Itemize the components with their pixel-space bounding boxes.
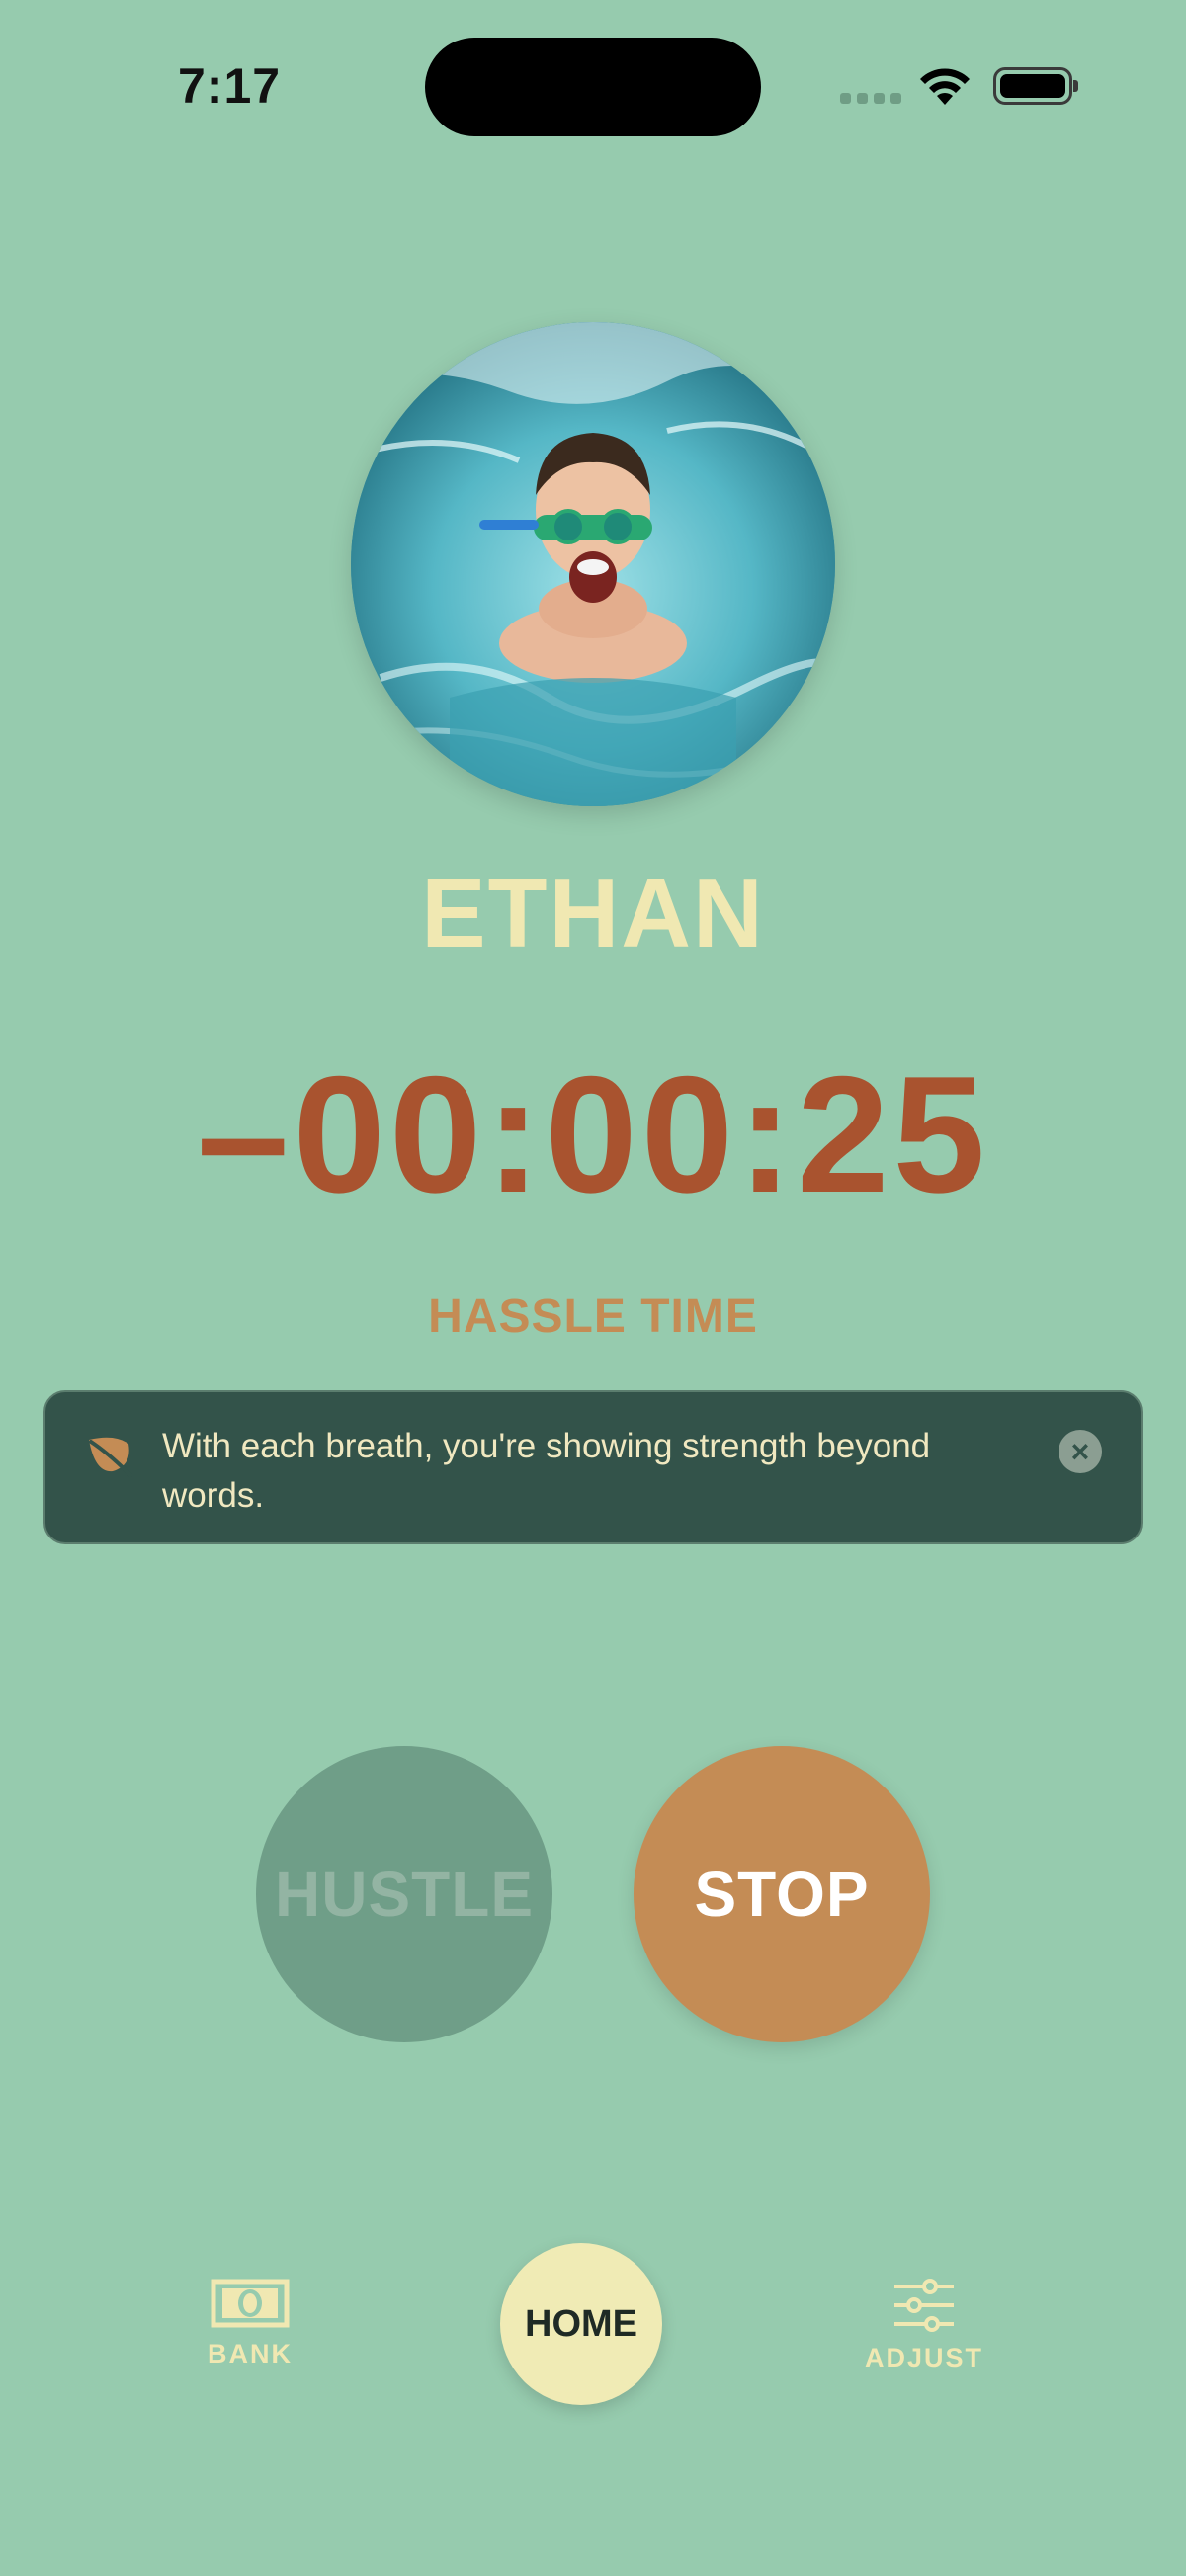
close-icon[interactable]: × (1059, 1430, 1102, 1473)
leaf-icon (89, 1437, 132, 1477)
dynamic-island (425, 38, 761, 136)
battery-full-icon (993, 67, 1078, 105)
profile-photo[interactable] (351, 322, 835, 806)
nav-adjust[interactable]: ADJUST (825, 2279, 1023, 2373)
nav-home[interactable]: HOME (500, 2243, 662, 2405)
nav-bank-label: BANK (208, 2339, 293, 2368)
nav-bank[interactable]: BANK (151, 2279, 349, 2369)
sliders-icon (894, 2279, 954, 2332)
timer-mode-label: HASSLE TIME (428, 1290, 758, 1343)
child-swimming-photo (351, 322, 835, 806)
banner-message: With each breath, you're showing strengt… (162, 1427, 931, 1515)
stop-button[interactable]: STOP (634, 1746, 930, 2042)
cellular-signal-icon (840, 93, 903, 105)
wifi-icon (920, 68, 970, 105)
encouragement-banner: With each breath, you're showing strengt… (43, 1390, 1143, 1544)
cash-icon (211, 2279, 290, 2328)
child-name: ETHAN (421, 859, 765, 967)
nav-adjust-label: ADJUST (864, 2343, 983, 2372)
status-time: 7:17 (178, 58, 282, 114)
countdown-timer: –00:00:25 (197, 1041, 989, 1227)
hustle-button[interactable]: HUSTLE (256, 1746, 552, 2042)
